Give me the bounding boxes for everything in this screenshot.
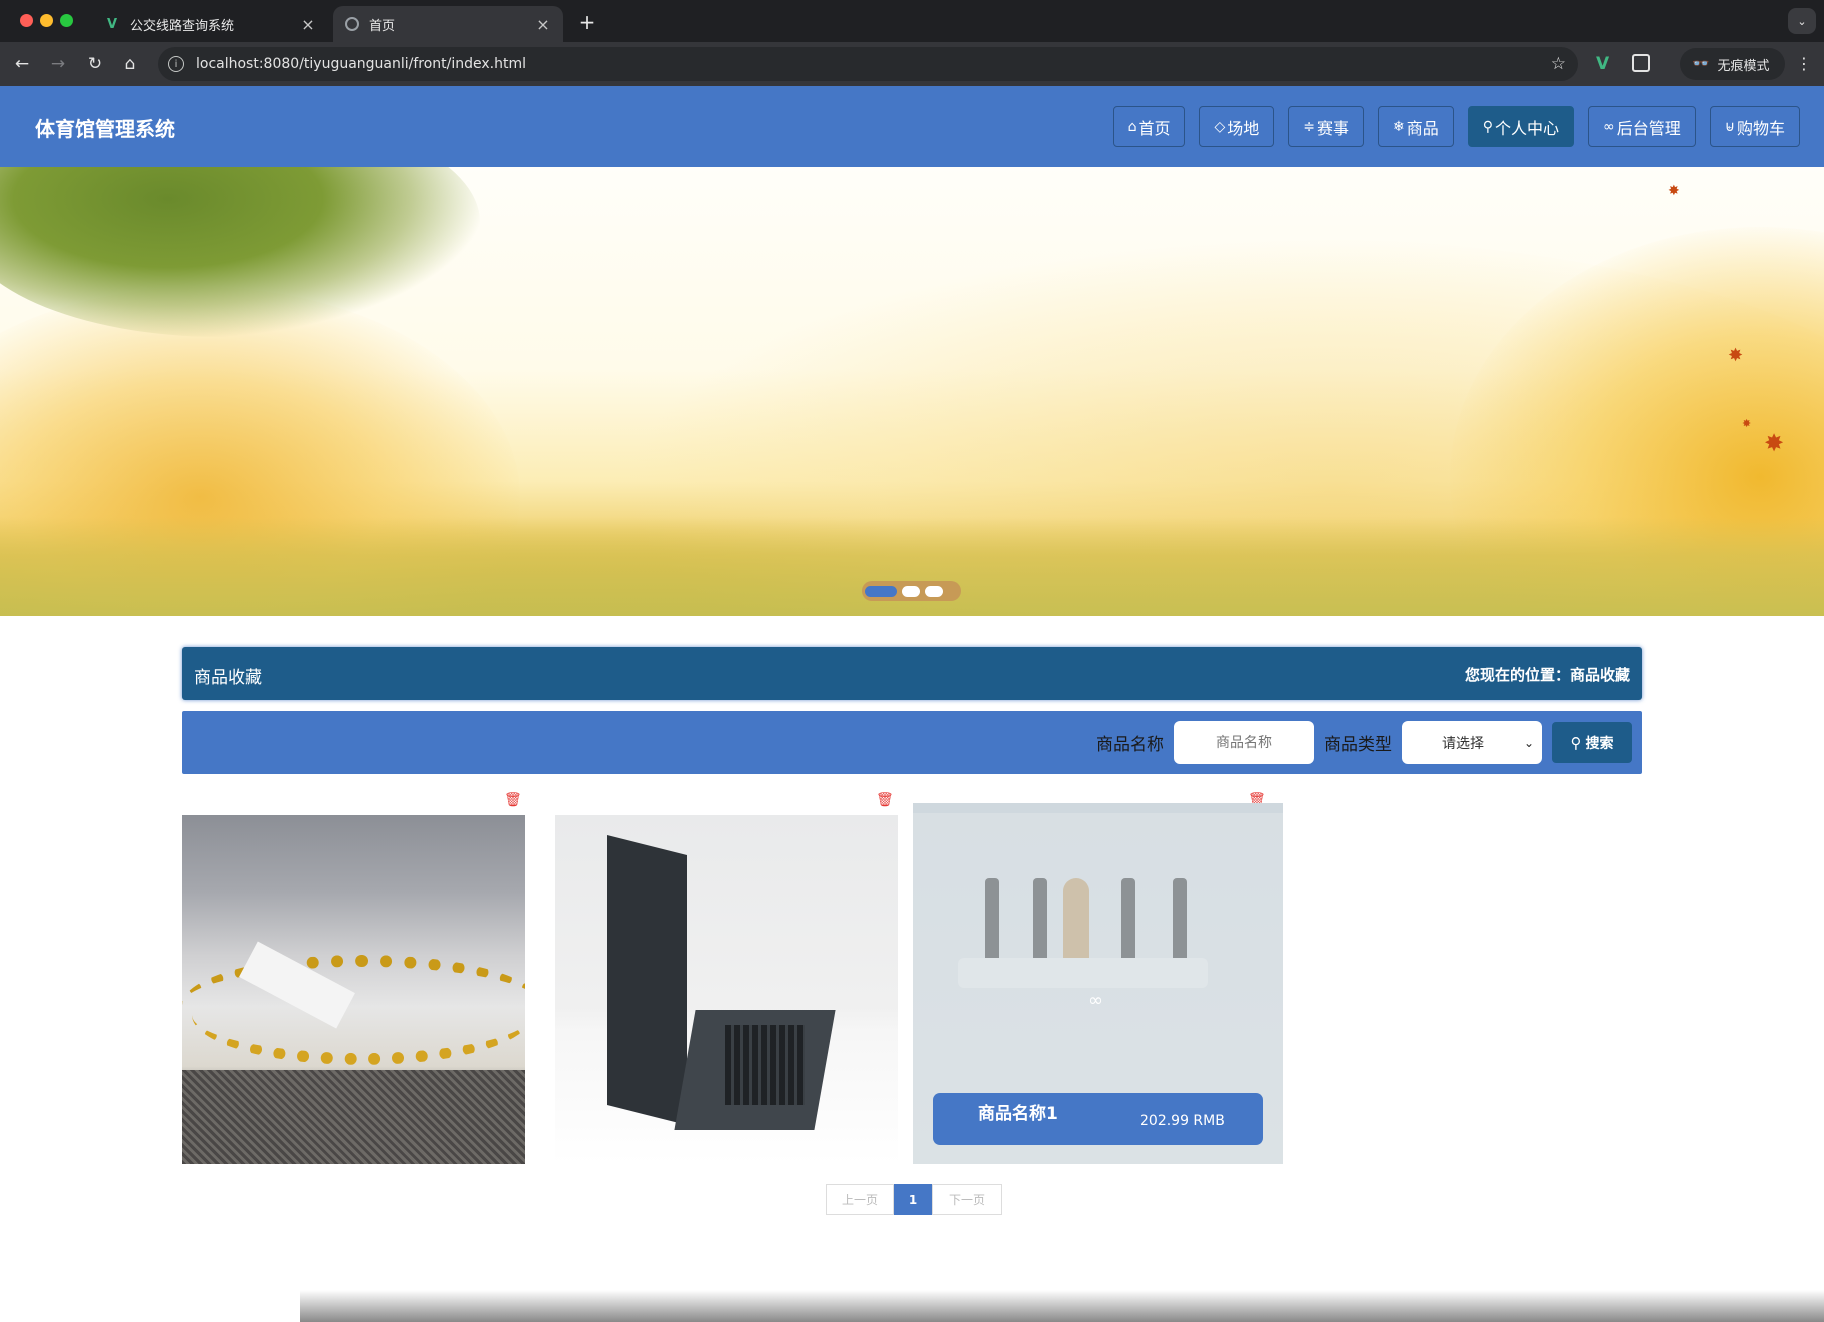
product-info-box: 商品名称1 202.99 RMB — [933, 1093, 1263, 1145]
minimize-window-button[interactable] — [40, 14, 53, 27]
chevron-down-icon: ⌄ — [1523, 735, 1534, 750]
nav-item-admin[interactable]: ∞ 后台管理 — [1588, 106, 1696, 147]
fabric-shape — [182, 1070, 525, 1164]
extensions-icon[interactable] — [1632, 54, 1650, 72]
carousel-dot[interactable] — [902, 585, 920, 597]
close-window-button[interactable] — [20, 14, 33, 27]
search-button[interactable]: ⚲ 搜索 — [1552, 722, 1632, 763]
nav-item-label: 后台管理 — [1616, 118, 1681, 138]
nav-item-goods[interactable]: ❄ 商品 — [1378, 106, 1454, 147]
vue-devtools-icon[interactable]: V — [1596, 54, 1609, 74]
maple-leaf-icon: ✸ — [1728, 345, 1744, 366]
section-header: 商品收藏 您现在的位置：商品收藏 — [182, 647, 1642, 700]
page-number-button[interactable]: 1 — [894, 1184, 932, 1215]
incognito-icon: 👓 — [1692, 56, 1710, 72]
bottom-shadow — [300, 1290, 1824, 1322]
product-name-input[interactable] — [1174, 721, 1314, 764]
search-button-label: 搜索 — [1585, 735, 1614, 752]
banner-ground — [0, 517, 1824, 616]
prev-page-button[interactable]: 上一页 — [826, 1184, 894, 1215]
snowflake-icon: ❄ — [1393, 118, 1405, 135]
product-type-select[interactable]: 请选择 ⌄ — [1402, 721, 1542, 764]
vue-icon: V — [106, 16, 118, 32]
home-icon[interactable]: ⌂ — [118, 52, 142, 76]
close-tab-icon[interactable]: × — [535, 15, 551, 34]
select-value: 请选择 — [1442, 735, 1484, 752]
incognito-indicator[interactable]: 👓 无痕模式 — [1680, 48, 1786, 80]
nav-item-label: 个人中心 — [1495, 118, 1560, 138]
bookmark-star-icon[interactable]: ☆ — [1551, 54, 1566, 74]
carousel-indicators — [862, 581, 961, 601]
banner-tree — [0, 167, 480, 337]
search-bar: 商品名称 商品类型 请选择 ⌄ ⚲ 搜索 — [182, 711, 1642, 774]
product-image-laptop[interactable] — [555, 815, 898, 1164]
link-icon[interactable]: ∞ — [1088, 990, 1103, 1011]
nav-item-events[interactable]: ≑ 赛事 — [1288, 106, 1365, 147]
incognito-label: 无痕模式 — [1717, 58, 1770, 74]
tab-title: 公交线路查询系统 — [130, 18, 235, 34]
nav-item-label: 商品 — [1406, 118, 1439, 138]
forward-icon[interactable]: → — [46, 52, 70, 76]
delete-icon[interactable]: 🗑 — [876, 792, 894, 808]
reload-icon[interactable]: ↻ — [83, 52, 107, 76]
tab-search-button[interactable]: ⌄ — [1788, 8, 1816, 34]
maple-leaf-icon: ✸ — [1742, 417, 1752, 430]
laptop-keys-shape — [725, 1025, 805, 1105]
laptop-screen-shape — [607, 835, 687, 1125]
maple-leaf-icon: ✸ — [1668, 183, 1680, 199]
address-bar[interactable]: i localhost:8080/tiyuguanguanli/front/in… — [158, 47, 1578, 81]
product-type-label: 商品类型 — [1324, 735, 1392, 755]
next-page-button[interactable]: 下一页 — [932, 1184, 1002, 1215]
url-text[interactable]: localhost:8080/tiyuguanguanli/front/inde… — [196, 56, 1551, 72]
product-image-gold-chain[interactable] — [182, 815, 525, 1164]
browser-toolbar: ← → ↻ ⌂ i localhost:8080/tiyuguanguanli/… — [0, 42, 1824, 86]
search-form: 商品名称 商品类型 请选择 ⌄ ⚲ 搜索 — [1086, 721, 1632, 764]
menu-icon[interactable]: ⋮ — [1796, 54, 1812, 73]
tag-icon: ◇ — [1214, 118, 1226, 135]
browser-tab[interactable]: V 公交线路查询系统 × — [92, 6, 328, 42]
nav-item-cart[interactable]: ⊌ 购物车 — [1709, 106, 1800, 147]
product-name: 商品名称1 — [978, 1104, 1058, 1124]
carousel-dot[interactable] — [865, 585, 897, 597]
close-tab-icon[interactable]: × — [300, 15, 316, 34]
nav-item-venue[interactable]: ◇ 场地 — [1199, 106, 1275, 147]
section-title: 商品收藏 — [194, 668, 262, 688]
nav-item-label: 场地 — [1227, 118, 1260, 138]
home-icon: ⌂ — [1127, 118, 1137, 135]
user-icon: ⚲ — [1482, 118, 1494, 135]
site-info-icon[interactable]: i — [168, 56, 184, 72]
nav-item-label: 购物车 — [1736, 118, 1785, 138]
nav-item-label: 首页 — [1138, 118, 1171, 138]
link-icon: ∞ — [1603, 118, 1615, 135]
nav-item-label: 赛事 — [1317, 118, 1350, 138]
site-header: 体育馆管理系统 ⌂ 首页 ◇ 场地 ≑ 赛事 ❄ 商品 ⚲ 个人中心 ∞ 后台管… — [0, 86, 1824, 167]
carousel-dot[interactable] — [925, 585, 943, 597]
tab-title: 首页 — [369, 18, 396, 34]
nav-item-personal-center[interactable]: ⚲ 个人中心 — [1467, 106, 1575, 147]
new-tab-button[interactable]: + — [575, 10, 599, 34]
banner-carousel[interactable]: ✸ ✸ ✸ ✸ — [0, 167, 1824, 616]
search-icon: ⚲ — [1570, 733, 1582, 752]
browser-tab-active[interactable]: o 首页 × — [333, 6, 563, 42]
delete-icon[interactable]: 🗑 — [504, 792, 522, 808]
sliders-icon: ≑ — [1303, 118, 1315, 135]
pagination: 上一页 1 下一页 — [826, 1184, 1002, 1215]
globe-icon: o — [345, 17, 359, 31]
product-price: 202.99 RMB — [1140, 1113, 1225, 1129]
main-nav: ⌂ 首页 ◇ 场地 ≑ 赛事 ❄ 商品 ⚲ 个人中心 ∞ 后台管理 ⊌ 购物车 — [1099, 106, 1800, 147]
browser-tab-bar: V 公交线路查询系统 × o 首页 × + ⌄ — [0, 0, 1824, 42]
site-title: 体育馆管理系统 — [35, 117, 175, 141]
breadcrumb: 您现在的位置：商品收藏 — [1464, 666, 1630, 684]
cart-icon: ⊌ — [1724, 118, 1735, 135]
maple-leaf-icon: ✸ — [1764, 429, 1785, 457]
product-card-hovered[interactable]: ∞ 商品名称1 202.99 RMB — [913, 803, 1283, 1164]
back-icon[interactable]: ← — [10, 52, 34, 76]
product-name-label: 商品名称 — [1096, 735, 1164, 755]
nav-item-home[interactable]: ⌂ 首页 — [1112, 106, 1186, 147]
maximize-window-button[interactable] — [60, 14, 73, 27]
chain-shape — [192, 965, 525, 1065]
